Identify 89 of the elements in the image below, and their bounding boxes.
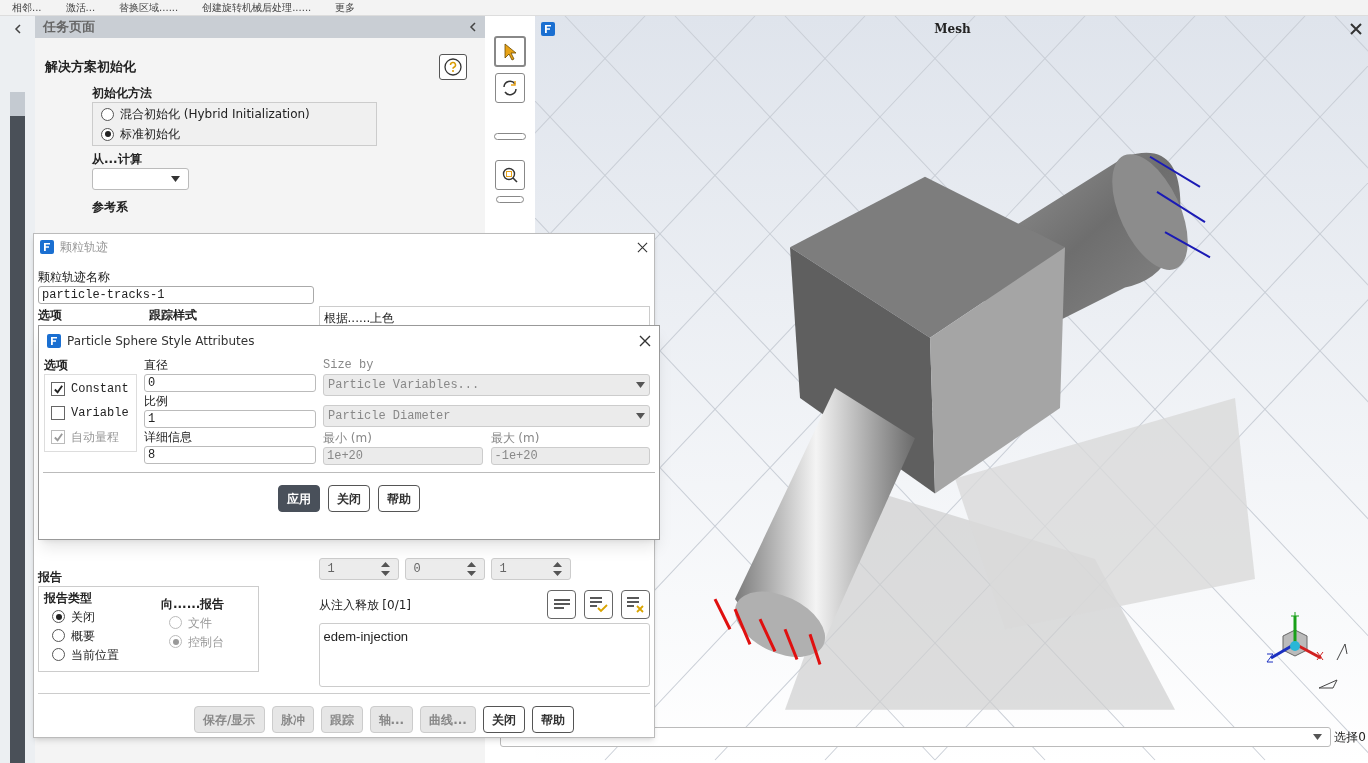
dialog-title: 颗粒轨迹 [60,239,108,256]
toolbar-item[interactable]: 更多 [335,2,356,13]
group-label: 跟踪样式 [148,307,198,324]
expand-toggle[interactable] [494,133,526,140]
select-tool-button[interactable] [494,36,526,67]
app-logo-icon [541,22,555,36]
list-label: 从注入释放 [0/1] [318,596,412,614]
app-logo-icon [40,240,54,254]
select-all-button[interactable] [547,590,576,619]
field-label: 从...计算 [92,151,143,168]
dialog-title: Particle Sphere Style Attributes [67,333,255,350]
list-clear-icon [626,596,645,613]
number-field[interactable]: 0 [144,374,316,392]
field-label: Size by [323,357,375,374]
spinner-arrows-icon [552,562,562,576]
help-icon [444,58,462,76]
radio-button[interactable] [101,127,114,141]
radio-button[interactable] [101,107,114,121]
help-button[interactable] [439,54,467,80]
pointer-icon [503,42,517,61]
dialog-button[interactable]: 应用 [278,485,320,512]
close-icon[interactable] [637,241,648,253]
field-label: 比例 [144,393,169,410]
dialog-button[interactable]: 关闭 [328,485,370,512]
field-label: 最小 (m) [323,430,373,447]
list-item[interactable]: edem-injection [323,627,645,647]
spinner-arrows-icon [466,562,476,576]
field-label: 最大 (m) [490,430,541,447]
dialog-button[interactable]: 帮助 [378,485,420,512]
app-logo-icon [47,334,61,348]
spinner-arrows-icon [380,562,390,576]
zoom-tool-button[interactable] [495,160,525,190]
toolbar-item[interactable]: 替换区域...... [119,2,179,13]
caret-icon [636,413,645,419]
rotate-icon [501,79,519,97]
checkbox-label: Constant [71,381,129,398]
list-check-icon [589,596,608,613]
caret-icon [171,176,180,182]
caret-icon [1313,734,1323,740]
select-button[interactable] [584,590,613,619]
caret-icon [636,382,645,388]
number-field[interactable]: 8 [144,446,316,464]
deselect-button[interactable] [621,590,650,619]
selection-count: 选择0 [1334,729,1366,746]
dialog-button[interactable]: 关闭 [482,706,525,733]
radio-label: 文件 [188,614,212,632]
name-field[interactable]: particle-tracks-1 [38,286,314,304]
number-spinner[interactable]: 1 [318,558,399,580]
toolbar-item[interactable]: 相邻... [12,2,42,13]
rotate-tool-button[interactable] [495,73,525,103]
panel-title: 任务页面 [43,18,95,37]
list-icon [553,598,570,611]
field-label: 初始化方法 [92,85,153,102]
group-label: 选项 [38,307,63,324]
number-field[interactable]: 1 [144,410,316,428]
radio-label: 概要 [71,627,95,645]
field-label: 详细信息 [144,429,193,446]
section-heading: 解决方案初始化 [45,58,136,77]
checkbox-label: 自动量程 [71,429,119,446]
checkbox[interactable] [51,382,65,396]
radio-label: 混合初始化 (Hybrid Initialization) [120,106,310,123]
number-spinner[interactable]: 1 [490,558,571,580]
close-icon[interactable] [1350,23,1362,35]
toolbar-item[interactable]: 激活... [65,2,96,13]
checkbox[interactable] [51,406,65,420]
radio-button[interactable] [52,610,65,623]
group-label: 报告 [38,569,63,586]
group-label: 向......报告 [161,596,225,613]
number-spinner[interactable]: 0 [404,558,485,580]
field-label: 参考系 [92,199,129,216]
radio-button[interactable] [52,648,65,661]
radio-label: 关闭 [71,608,95,626]
viewport-title: Mesh [934,21,971,38]
checkbox-label: Variable [71,405,129,422]
group-label: 选项 [44,357,69,374]
toolbar-item[interactable]: 创建旋转机械后处理...... [202,2,312,13]
dialog-button[interactable]: 帮助 [531,706,574,733]
close-icon[interactable] [639,335,651,347]
field-label: 直径 [144,357,169,374]
collapse-icon[interactable] [469,22,477,32]
radio-label: 当前位置 [71,646,119,664]
expand-toggle[interactable] [496,196,524,203]
collapse-icon[interactable] [13,24,22,34]
radio-button[interactable] [52,629,65,642]
radio-label: 控制台 [188,633,224,651]
field-label: 颗粒轨迹名称 [38,269,111,286]
radio-label: 标准初始化 [120,126,180,143]
zoom-icon [501,166,519,184]
group-label: 报告类型 [44,590,93,607]
